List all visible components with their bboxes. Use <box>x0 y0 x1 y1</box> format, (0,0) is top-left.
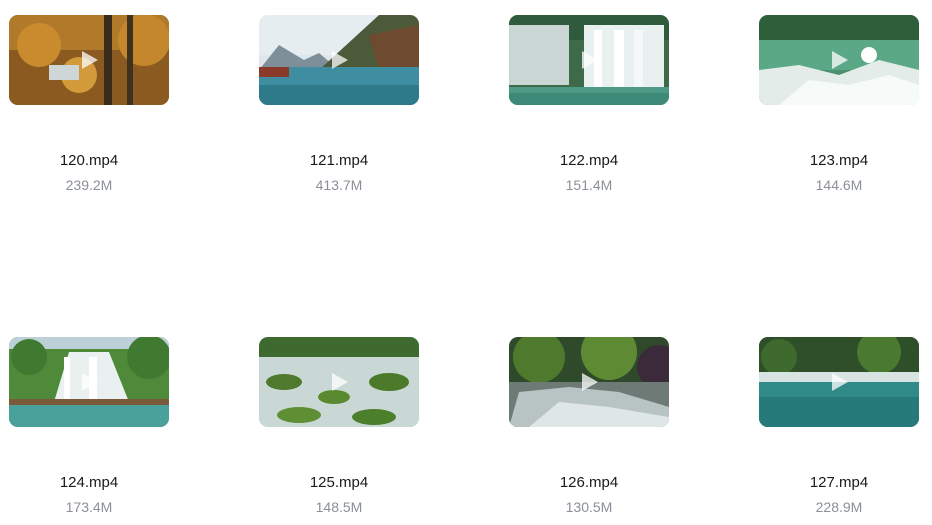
video-thumbnail[interactable] <box>509 337 669 427</box>
file-tile[interactable]: 125.mp4 148.5M <box>259 337 419 525</box>
file-tile[interactable]: 124.mp4 173.4M <box>9 337 169 525</box>
video-file-grid: 120.mp4 239.2M 121.mp4 413.7M 122.mp4 15… <box>0 0 932 525</box>
file-name[interactable]: 121.mp4 <box>259 152 419 169</box>
file-tile[interactable]: 123.mp4 144.6M <box>759 15 919 215</box>
play-icon <box>578 49 600 71</box>
file-size: 144.6M <box>815 177 863 193</box>
file-tile[interactable]: 121.mp4 413.7M <box>259 15 419 215</box>
file-size: 239.2M <box>65 177 113 193</box>
file-size: 228.9M <box>815 499 863 515</box>
play-icon <box>328 371 350 393</box>
video-thumbnail[interactable] <box>259 337 419 427</box>
file-size: 413.7M <box>315 177 363 193</box>
file-name[interactable]: 127.mp4 <box>759 474 919 491</box>
play-icon <box>78 49 100 71</box>
file-tile[interactable]: 120.mp4 239.2M <box>9 15 169 215</box>
file-name[interactable]: 125.mp4 <box>259 474 419 491</box>
file-tile[interactable]: 126.mp4 130.5M <box>509 337 669 525</box>
file-name[interactable]: 122.mp4 <box>509 152 669 169</box>
video-thumbnail[interactable] <box>9 15 169 105</box>
video-thumbnail[interactable] <box>9 337 169 427</box>
play-icon <box>328 49 350 71</box>
file-name[interactable]: 120.mp4 <box>9 152 169 169</box>
video-thumbnail[interactable] <box>759 337 919 427</box>
video-thumbnail[interactable] <box>509 15 669 105</box>
file-tile[interactable]: 127.mp4 228.9M <box>759 337 919 525</box>
file-size: 130.5M <box>565 499 613 515</box>
file-size: 148.5M <box>315 499 363 515</box>
file-name[interactable]: 123.mp4 <box>759 152 919 169</box>
play-icon <box>828 371 850 393</box>
play-icon <box>578 371 600 393</box>
file-size: 151.4M <box>565 177 613 193</box>
video-thumbnail[interactable] <box>759 15 919 105</box>
file-size: 173.4M <box>65 499 113 515</box>
play-icon <box>78 371 100 393</box>
file-name[interactable]: 126.mp4 <box>509 474 669 491</box>
file-tile[interactable]: 122.mp4 151.4M <box>509 15 669 215</box>
play-icon <box>828 49 850 71</box>
video-thumbnail[interactable] <box>259 15 419 105</box>
file-name[interactable]: 124.mp4 <box>9 474 169 491</box>
